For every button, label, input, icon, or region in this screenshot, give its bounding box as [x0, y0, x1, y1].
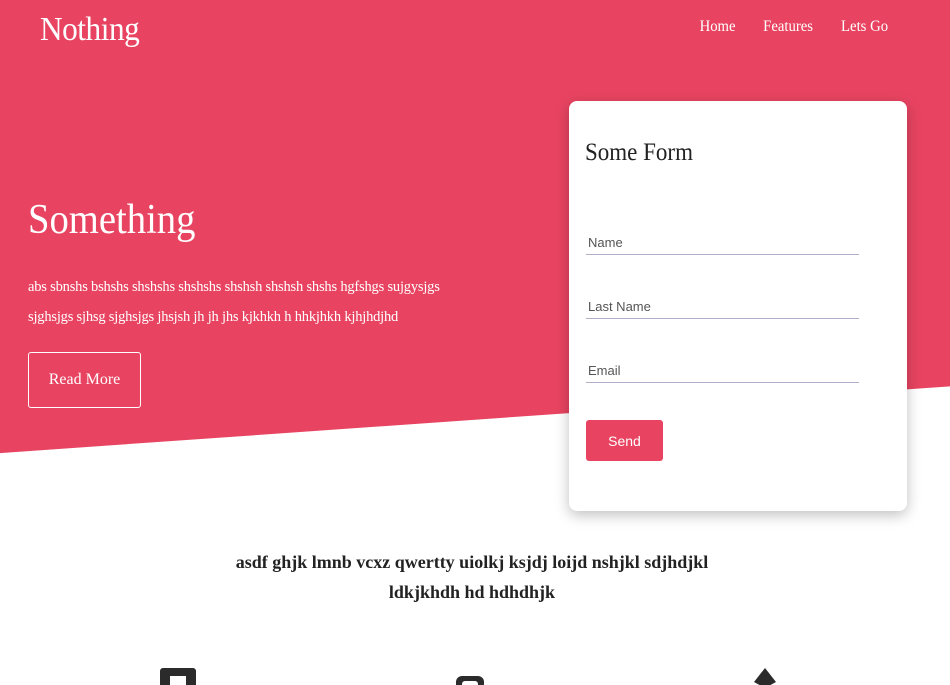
nav-features[interactable]: Features [763, 18, 813, 36]
triangle-icon [752, 666, 778, 685]
brand-logo[interactable]: Nothing [40, 10, 140, 50]
page: Nothing Home Features Lets Go Something … [0, 0, 950, 685]
form-title: Some Form [585, 139, 693, 166]
last-name-field[interactable] [586, 295, 859, 319]
read-more-button[interactable]: Read More [28, 352, 141, 408]
hero-description: abs sbnshs bshshs shshshs shshshs shshsh… [28, 279, 440, 325]
nav-lets-go[interactable]: Lets Go [841, 18, 888, 36]
tagline-line-2: ldkjkhdh hd hdhdhjk [388, 582, 556, 602]
rounded-icon [456, 666, 484, 685]
nav-home[interactable]: Home [699, 18, 735, 36]
main-nav: Home Features Lets Go [698, 18, 890, 36]
email-field[interactable] [586, 359, 859, 383]
send-button[interactable]: Send [586, 420, 663, 461]
tagline: asdf ghjk lmnb vcxz qwertty uiolkj ksjdj… [0, 547, 944, 607]
hero-title: Something [28, 197, 196, 243]
square-icon [160, 666, 196, 685]
name-field[interactable] [586, 231, 859, 255]
contact-form-card: Some Form Send [569, 101, 907, 511]
tagline-line-1: asdf ghjk lmnb vcxz qwertty uiolkj ksjdj… [235, 552, 709, 572]
